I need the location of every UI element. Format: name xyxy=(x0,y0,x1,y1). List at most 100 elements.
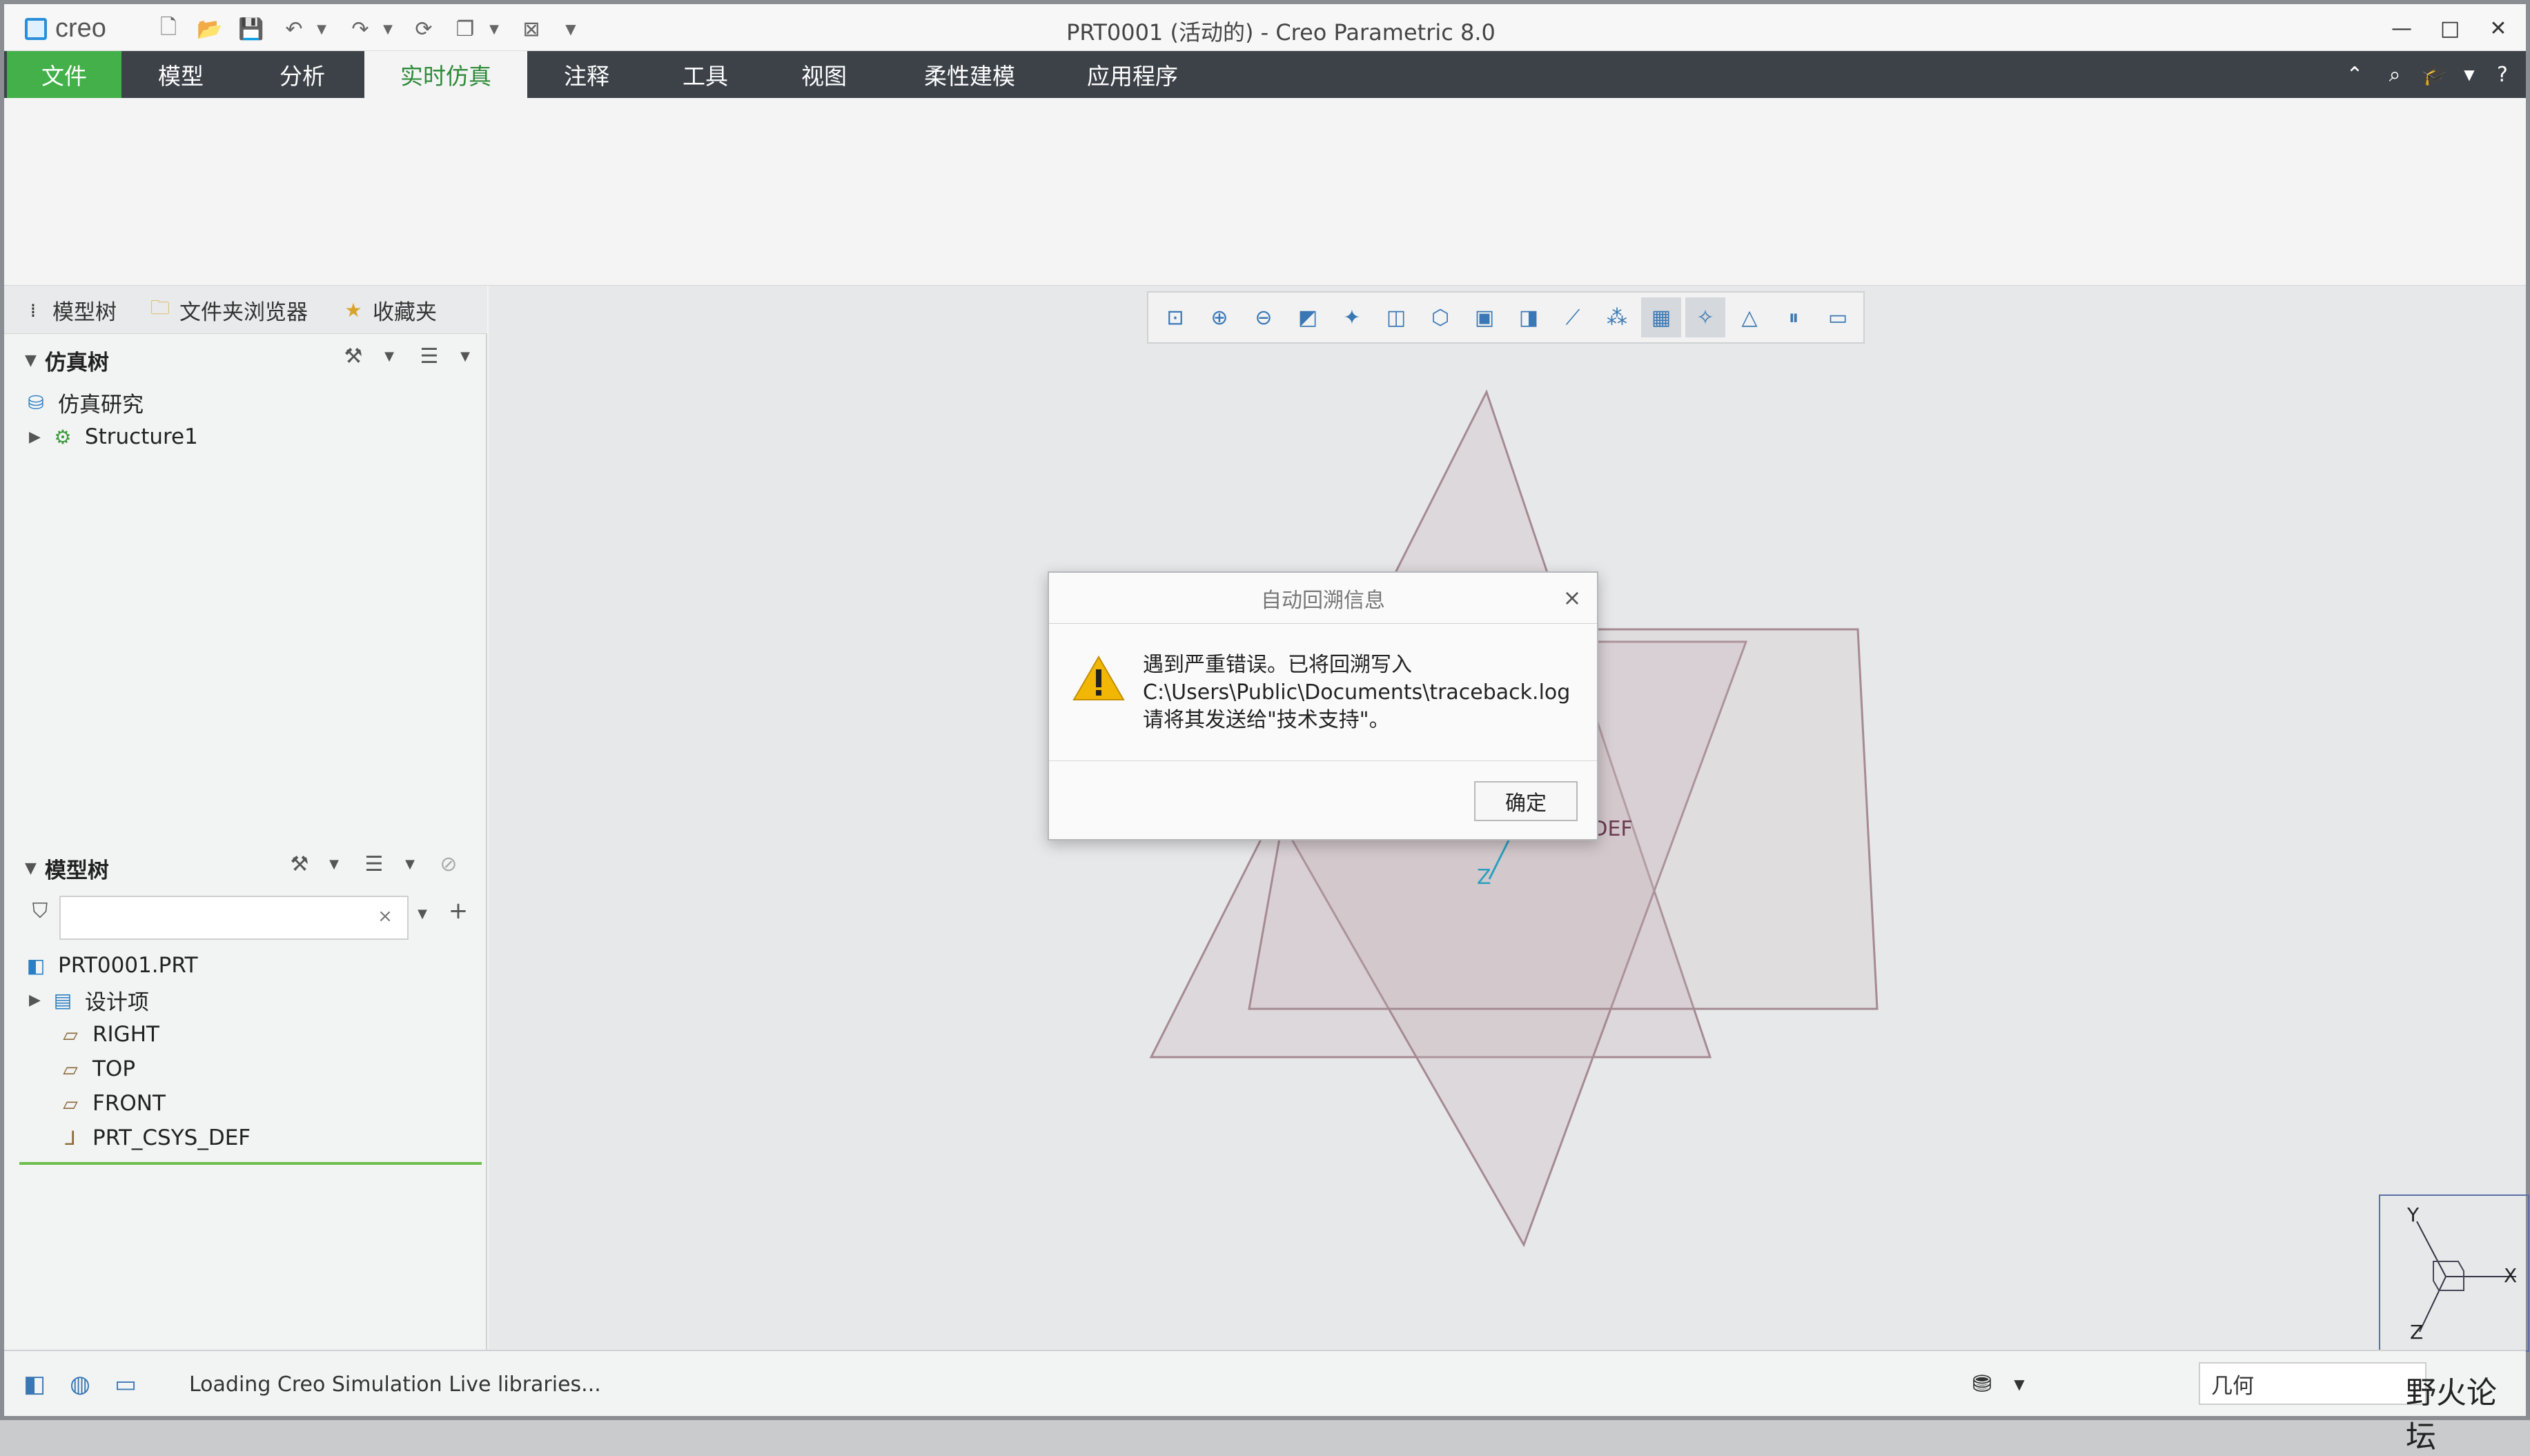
sim-tree-title: 仿真树 xyxy=(44,351,109,375)
navigator-tabs: ⁞ 模型树 🗀 文件夹浏览器 ★ 收藏夹 xyxy=(4,286,487,334)
tree-settings-dropdown-icon[interactable]: ▼ xyxy=(374,341,404,371)
results-display-icon[interactable]: ✧ xyxy=(1685,297,1725,337)
toggle-navigator-icon[interactable]: ◧ xyxy=(17,1366,52,1402)
tree-display-dropdown-icon[interactable]: ▼ xyxy=(450,341,480,371)
zoom-in-icon[interactable]: ⊕ xyxy=(1199,297,1239,337)
redo-dropdown-icon[interactable]: ▼ xyxy=(380,17,396,41)
undo-icon[interactable]: ↶ xyxy=(280,17,308,41)
repaint-icon[interactable]: ◩ xyxy=(1288,297,1328,337)
flow-icon[interactable]: △ xyxy=(1729,297,1769,337)
customize-toolbar-icon[interactable]: ▼ xyxy=(560,17,581,41)
saved-orientations-icon[interactable]: ⬡ xyxy=(1420,297,1460,337)
search-icon[interactable]: ⌕ xyxy=(2378,58,2411,91)
windows-icon[interactable]: ❐ xyxy=(451,17,479,41)
model-tree-item[interactable]: ▱ RIGHT xyxy=(57,1017,159,1052)
creo-logo-icon xyxy=(25,18,47,40)
model-tree-item[interactable]: ▱ FRONT xyxy=(57,1086,166,1121)
display-style-icon[interactable]: ◫ xyxy=(1376,297,1416,337)
section-icon[interactable]: ⟋ xyxy=(1553,297,1593,337)
refit-icon[interactable]: ⊡ xyxy=(1155,297,1195,337)
favorites-icon: ★ xyxy=(344,298,362,322)
tab-applications[interactable]: 应用程序 xyxy=(1056,51,1209,98)
zoom-out-icon[interactable]: ⊖ xyxy=(1244,297,1284,337)
collapse-triangle-icon[interactable]: ▼ xyxy=(25,860,37,877)
title-bar: creo 🗋 📂 💾 ↶ ▼ ↷ ▼ ⟳ ❐ ▼ ⊠ ▼ PRT0001 (活动… xyxy=(4,4,2526,51)
learning-dropdown-icon[interactable]: ▼ xyxy=(2453,58,2486,91)
sim-tree-item[interactable]: ▶ ⚙ Structure1 xyxy=(29,420,198,454)
search-dropdown-icon[interactable]: ▼ xyxy=(407,898,438,929)
tree-settings-icon[interactable]: ⚒ xyxy=(338,341,369,371)
nav-tab-folder-browser[interactable]: 🗀 文件夹浏览器 xyxy=(148,286,308,334)
model-tree-item[interactable]: ⅃ PRT_CSYS_DEF xyxy=(57,1121,251,1155)
nav-tab-label: 模型树 xyxy=(52,299,117,325)
sim-tree-item[interactable]: ⛁ 仿真研究 xyxy=(22,385,144,420)
model-tree-item[interactable]: ▱ TOP xyxy=(57,1052,135,1086)
add-filter-icon[interactable]: + xyxy=(443,896,473,926)
windows-dropdown-icon[interactable]: ▼ xyxy=(486,17,502,41)
model-tree-item-label: PRT_CSYS_DEF xyxy=(92,1125,251,1150)
model-tree-search-input[interactable] xyxy=(59,896,409,940)
tab-view[interactable]: 视图 xyxy=(765,51,883,98)
tree-display-icon[interactable]: ☰ xyxy=(414,341,444,371)
tree-settings-dropdown-icon[interactable]: ▼ xyxy=(319,849,349,879)
brand-logo: creo xyxy=(55,14,106,43)
simulation-display-icon[interactable]: ▦ xyxy=(1641,297,1681,337)
collapse-ribbon-icon[interactable]: ⌃ xyxy=(2338,58,2371,91)
full-screen-icon[interactable]: ▭ xyxy=(108,1366,144,1402)
tab-annotate[interactable]: 注释 xyxy=(527,51,646,98)
learning-icon[interactable]: 🎓 xyxy=(2418,58,2451,91)
sim-tree-header[interactable]: ▼ 仿真树 xyxy=(25,345,109,376)
dialog-close-button[interactable]: × xyxy=(1557,582,1587,613)
model-tree-item[interactable]: ◧ PRT0001.PRT xyxy=(22,948,198,983)
model-tree-item[interactable]: ▶ ▤ 设计项 xyxy=(29,983,149,1017)
dialog-message-line: 请将其发送给"技术支持"。 xyxy=(1143,708,1390,732)
open-folder-icon[interactable]: 📂 xyxy=(196,17,224,41)
find-icon[interactable]: ⛃ xyxy=(1964,1366,2000,1402)
graphics-toolbar: ⊡ ⊕ ⊖ ◩ ✦ ◫ ⬡ ▣ ◨ ⟋ ⁂ ▦ ✧ △ ⏸ ▭ xyxy=(1147,291,1865,344)
coordinate-system-icon: ⅃ xyxy=(65,1126,76,1150)
expand-triangle-icon[interactable]: ▶ xyxy=(29,429,41,446)
tab-tools[interactable]: 工具 xyxy=(646,51,765,98)
regenerate-icon[interactable]: ⟳ xyxy=(410,17,438,41)
model-tree-item-label: TOP xyxy=(92,1056,136,1081)
datum-plane-icon: ▱ xyxy=(63,1023,78,1046)
nav-tab-favorites[interactable]: ★ 收藏夹 xyxy=(341,286,437,334)
redo-icon[interactable]: ↷ xyxy=(346,17,374,41)
spin-center-icon[interactable]: ✦ xyxy=(1332,297,1372,337)
clear-search-icon[interactable]: × xyxy=(371,903,399,930)
tab-file[interactable]: 文件 xyxy=(7,51,121,98)
new-file-icon[interactable]: 🗋 xyxy=(155,15,182,41)
undo-dropdown-icon[interactable]: ▼ xyxy=(313,17,330,41)
nav-tab-model-tree[interactable]: ⁞ 模型树 xyxy=(21,286,117,334)
datum-display-icon[interactable]: ⁂ xyxy=(1597,297,1637,337)
expand-triangle-icon[interactable]: ▶ xyxy=(29,992,41,1009)
perspective-icon[interactable]: ◨ xyxy=(1509,297,1549,337)
model-tree-header[interactable]: ▼ 模型树 xyxy=(25,853,109,884)
filter-icon[interactable]: ⛉ xyxy=(25,896,55,926)
save-icon[interactable]: 💾 xyxy=(237,17,265,41)
triad-z-label: Z xyxy=(2410,1321,2424,1344)
minimize-button[interactable]: — xyxy=(2381,14,2422,43)
pause-icon[interactable]: ⏸ xyxy=(1774,297,1814,337)
tab-analysis[interactable]: 分析 xyxy=(240,51,364,98)
help-icon[interactable]: ? xyxy=(2486,58,2519,91)
close-window-icon[interactable]: ⊠ xyxy=(518,17,545,41)
browser-icon[interactable]: ◍ xyxy=(62,1366,98,1402)
view-manager-icon[interactable]: ▣ xyxy=(1464,297,1504,337)
selection-filter-select[interactable]: 几何 xyxy=(2199,1362,2426,1405)
tree-display-dropdown-icon[interactable]: ▼ xyxy=(395,849,425,879)
maximize-button[interactable]: □ xyxy=(2429,14,2471,43)
close-button[interactable]: ✕ xyxy=(2478,14,2519,43)
tab-flexible-modeling[interactable]: 柔性建模 xyxy=(883,51,1056,98)
tab-live-simulation[interactable]: 实时仿真 xyxy=(364,51,527,98)
tree-display-icon[interactable]: ☰ xyxy=(359,849,389,879)
find-dropdown-icon[interactable]: ▼ xyxy=(2001,1366,2037,1402)
tab-model[interactable]: 模型 xyxy=(121,51,240,98)
tree-insert-indicator xyxy=(19,1162,482,1165)
ok-button[interactable]: 确定 xyxy=(1474,781,1578,821)
tree-filter-hide-icon[interactable]: ⊘ xyxy=(433,849,464,879)
collapse-triangle-icon[interactable]: ▼ xyxy=(25,352,37,369)
stop-icon[interactable]: ▭ xyxy=(1818,297,1858,337)
traceback-dialog: 自动回溯信息 × 遇到严重错误。已将回溯写入 C:\Users\Public\D… xyxy=(1048,571,1598,840)
tree-settings-icon[interactable]: ⚒ xyxy=(284,849,315,879)
